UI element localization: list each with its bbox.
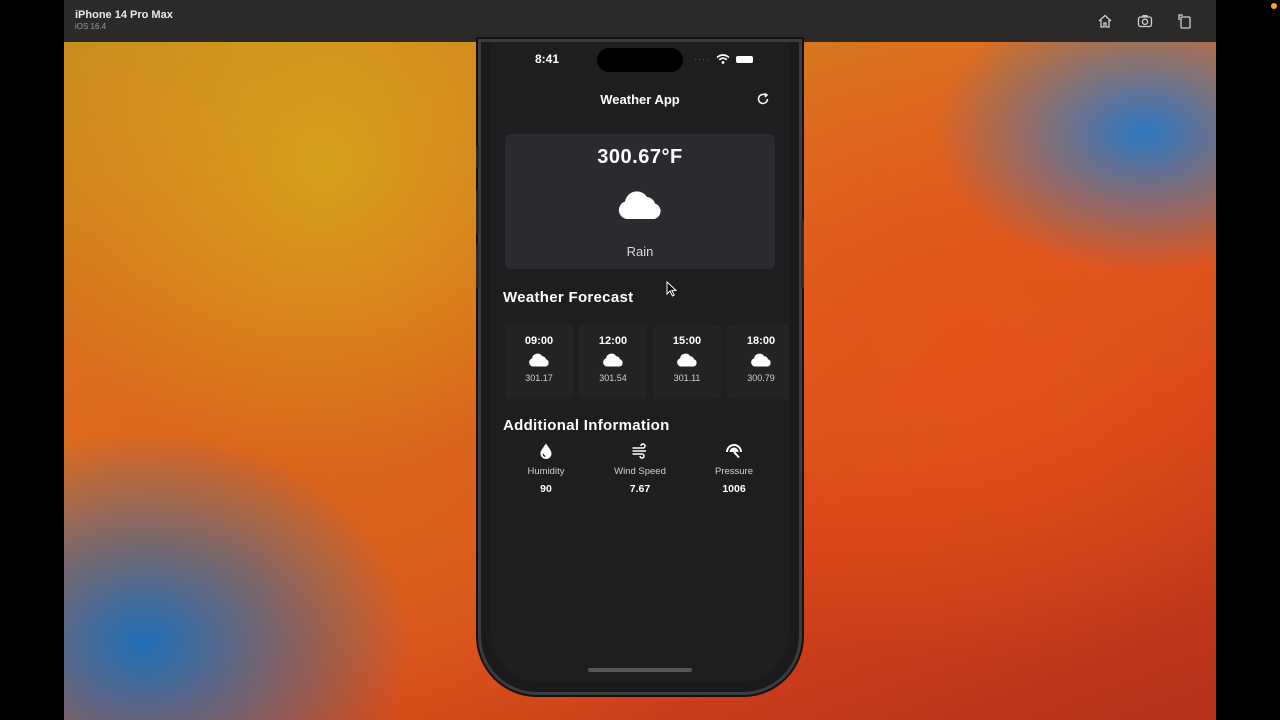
forecast-time: 18:00 <box>746 335 776 347</box>
forecast-time: 12:00 <box>598 335 628 347</box>
forecast-item: 15:00 301.11 <box>653 325 721 399</box>
forecast-item: 18:00 300.79 <box>727 325 789 399</box>
cloud-icon <box>603 353 623 367</box>
signal-dots: ···· <box>694 54 710 64</box>
forecast-temp: 301.11 <box>673 373 701 383</box>
forecast-scroll-row[interactable]: 09:00 301.17 12:00 301.54 15:00 301.11 1… <box>505 325 789 399</box>
mouse-cursor-icon <box>666 281 677 297</box>
notification-dot <box>1271 3 1277 9</box>
forecast-title: Weather Forecast <box>503 289 634 306</box>
info-value: 90 <box>540 483 552 495</box>
wifi-icon <box>716 54 730 64</box>
home-icon[interactable] <box>1096 12 1114 30</box>
rotate-icon[interactable] <box>1176 12 1194 30</box>
current-weather-card: 300.67°F Rain <box>505 134 775 269</box>
status-icons: ···· <box>694 54 753 64</box>
app-title: Weather App <box>600 92 680 107</box>
iphone-frame: 8:41 ···· Weather App 300.67°F Rain Weat… <box>476 42 804 692</box>
power-button <box>801 220 804 288</box>
info-label: Pressure <box>714 466 753 477</box>
wind-speed-info: Wind Speed 7.67 <box>595 442 685 495</box>
cloud-icon <box>618 191 661 219</box>
forecast-time: 15:00 <box>672 335 702 347</box>
info-label: Wind Speed <box>614 466 666 477</box>
forecast-temp: 301.17 <box>525 373 553 383</box>
info-value: 7.67 <box>629 483 651 495</box>
forecast-temp: 301.54 <box>599 373 627 383</box>
screenshot-icon[interactable] <box>1136 12 1154 30</box>
forecast-item: 12:00 301.54 <box>579 325 647 399</box>
simulator-title-bar: iPhone 14 Pro Max iOS 16.4 <box>64 0 1216 42</box>
cloud-icon <box>751 353 771 367</box>
simulator-toolbar <box>1096 12 1194 30</box>
humidity-drop-icon <box>540 443 552 459</box>
simulator-device-name: iPhone 14 Pro Max <box>75 9 173 21</box>
forecast-temp: 300.79 <box>747 373 775 383</box>
simulator-os-version: iOS 16.4 <box>75 22 107 31</box>
humidity-info: Humidity 90 <box>501 442 591 495</box>
volume-down-button <box>476 244 479 288</box>
cloud-icon <box>677 353 697 367</box>
additional-info-title: Additional Information <box>503 417 670 434</box>
home-indicator[interactable] <box>588 668 692 672</box>
forecast-item: 09:00 301.17 <box>505 325 573 399</box>
info-label: Humidity <box>527 466 565 477</box>
forecast-time: 09:00 <box>524 335 554 347</box>
battery-icon <box>736 55 753 63</box>
volume-up-button <box>476 190 479 234</box>
side-button <box>476 146 479 168</box>
info-value: 1006 <box>722 483 746 495</box>
cloud-icon <box>529 353 549 367</box>
current-condition: Rain <box>626 244 654 259</box>
current-temperature: 300.67°F <box>597 146 683 168</box>
wind-icon <box>632 443 646 459</box>
pressure-gauge-icon <box>726 444 742 459</box>
refresh-icon[interactable] <box>756 92 770 106</box>
status-time: 8:41 <box>535 52 560 66</box>
phone-screen: 8:41 ···· Weather App 300.67°F Rain Weat… <box>491 42 789 682</box>
dynamic-island <box>597 48 683 72</box>
pressure-info: Pressure 1006 <box>689 442 779 495</box>
